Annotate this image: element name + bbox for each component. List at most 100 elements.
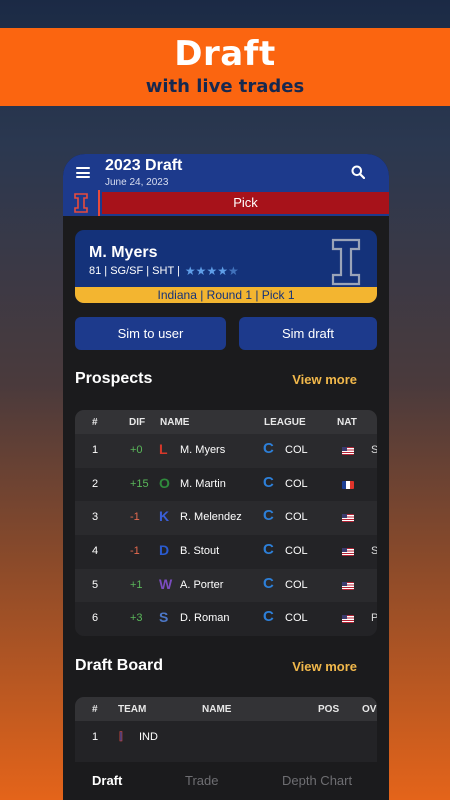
current-pick-card[interactable]: M. Myers 81 | SG/SF | SHT | ★ ★ ★ ★ ★ Indian… <box>75 230 377 303</box>
flag-icon <box>342 615 354 624</box>
player-name: M. Myers <box>180 444 226 456</box>
draft-board-title: Draft Board <box>75 657 164 674</box>
app-header: 2023 Draft June 24, 2023 <box>63 154 389 190</box>
col-league[interactable]: LEAGUE <box>264 417 306 428</box>
promo-title: Draft <box>174 34 276 74</box>
menu-icon[interactable] <box>76 167 90 178</box>
college-league-icon: C <box>263 574 274 592</box>
prospects-title: Prospects <box>75 370 153 387</box>
pick-number: 4 <box>92 545 99 558</box>
team-logo-icon: W <box>159 575 173 592</box>
phone-screen: 2023 Draft June 24, 2023 Pick M. Myers 8… <box>63 154 389 800</box>
flag-icon <box>342 480 354 489</box>
team-logo-icon <box>63 190 100 216</box>
col-dif: DIF <box>129 417 146 428</box>
rating-stars: ★ ★ ★ ★ ★ <box>185 264 239 278</box>
col-name[interactable]: NAME <box>160 417 189 428</box>
pick-number: 3 <box>92 511 99 524</box>
col-nat[interactable]: NAT <box>337 417 357 428</box>
dif-value: +0 <box>130 444 143 456</box>
draft-board-view-more-link[interactable]: View more <box>292 659 357 674</box>
sim-draft-button[interactable]: Sim draft <box>239 317 377 350</box>
league-name: COL <box>285 511 308 524</box>
team-logo-icon <box>331 238 361 286</box>
college-league-icon: C <box>263 473 274 491</box>
league-name: COL <box>285 578 308 591</box>
team-logo-icon: S <box>159 609 169 626</box>
player-name: R. Melendez <box>180 511 242 524</box>
team-logo-icon: I <box>119 728 123 745</box>
league-name: COL <box>285 545 308 558</box>
league-name: COL <box>285 612 308 625</box>
pick-button[interactable]: Pick <box>102 192 389 214</box>
col-pos: POS <box>318 704 340 715</box>
flag-icon <box>342 581 354 590</box>
tab-trade[interactable]: Trade <box>185 773 218 788</box>
player-name: B. Stout <box>180 545 220 558</box>
row-extra: P <box>371 612 377 625</box>
search-icon[interactable] <box>351 165 365 179</box>
half-star-icon: ★ <box>227 264 239 278</box>
tab-depth-chart[interactable]: Depth Chart <box>282 773 352 788</box>
table-header: # TEAM NAME POS OV <box>75 697 377 721</box>
draft-date: June 24, 2023 <box>105 177 169 188</box>
college-league-icon: C <box>263 541 274 559</box>
dif-value: +15 <box>130 477 149 490</box>
flag-icon <box>342 514 354 523</box>
team-logo-icon: D <box>159 542 170 559</box>
table-row[interactable]: 5 +1 W A. Porter C COL <box>75 568 377 603</box>
row-extra: S <box>371 444 377 456</box>
dif-value: +1 <box>130 578 143 591</box>
star-icon: ★ <box>206 264 218 278</box>
dif-value: +3 <box>130 612 143 625</box>
bottom-nav: Draft Trade Depth Chart <box>63 762 389 800</box>
player-attributes: 81 | SG/SF | SHT | <box>89 265 180 277</box>
pick-number: 1 <box>92 731 99 743</box>
pick-number: 2 <box>92 477 99 490</box>
star-icon: ★ <box>184 264 196 278</box>
pick-number: 6 <box>92 612 99 625</box>
sim-to-user-button[interactable]: Sim to user <box>75 317 226 350</box>
table-row[interactable]: 4 -1 D B. Stout C COL S <box>75 535 377 569</box>
prospects-table: # DIF NAME LEAGUE NAT 1 +0 L M. Myers C COL S 2… <box>75 410 377 636</box>
team-abbr: IND <box>139 731 158 743</box>
college-league-icon: C <box>263 440 274 457</box>
promo-subtitle: with live trades <box>145 76 305 97</box>
promo-banner: Draft with live trades <box>0 28 450 106</box>
table-row[interactable]: 1 +0 L M. Myers C COL S <box>75 434 377 468</box>
college-league-icon: C <box>263 507 274 525</box>
star-icon: ★ <box>217 264 228 278</box>
star-icon: ★ <box>195 264 207 278</box>
dif-value: -1 <box>130 545 140 558</box>
pick-number: 5 <box>92 578 99 591</box>
college-league-icon: C <box>263 608 274 626</box>
league-name: COL <box>285 444 308 456</box>
pick-row: Pick <box>63 190 389 216</box>
table-row[interactable]: 2 +15 O M. Martin C COL <box>75 468 377 502</box>
prospects-view-more-link[interactable]: View more <box>292 372 357 387</box>
page-title: 2023 Draft <box>105 157 183 174</box>
row-extra: S <box>371 545 377 558</box>
pick-number: 1 <box>92 444 99 456</box>
player-name: M. Myers <box>89 244 158 261</box>
col-name: NAME <box>202 704 232 715</box>
team-logo-icon: L <box>159 441 168 457</box>
col-num: # <box>92 704 98 715</box>
table-row[interactable]: 1 I IND <box>75 721 377 755</box>
team-logo-icon: O <box>159 474 170 491</box>
col-num: # <box>92 417 98 428</box>
pick-details: Indiana | Round 1 | Pick 1 <box>75 287 377 303</box>
flag-icon <box>342 447 354 455</box>
player-name: M. Martin <box>180 477 226 490</box>
league-name: COL <box>285 477 308 490</box>
flag-icon <box>342 548 354 557</box>
player-name: A. Porter <box>180 578 224 591</box>
table-row[interactable]: 3 -1 K R. Melendez C COL <box>75 501 377 536</box>
team-logo-icon: K <box>159 508 170 525</box>
player-name: D. Roman <box>180 612 230 625</box>
player-info: 81 | SG/SF | SHT | ★ ★ ★ ★ ★ <box>89 264 239 278</box>
dif-value: -1 <box>130 511 140 524</box>
tab-draft[interactable]: Draft <box>92 773 122 788</box>
col-team: TEAM <box>118 704 147 715</box>
table-row[interactable]: 6 +3 S D. Roman C COL P <box>75 602 377 636</box>
